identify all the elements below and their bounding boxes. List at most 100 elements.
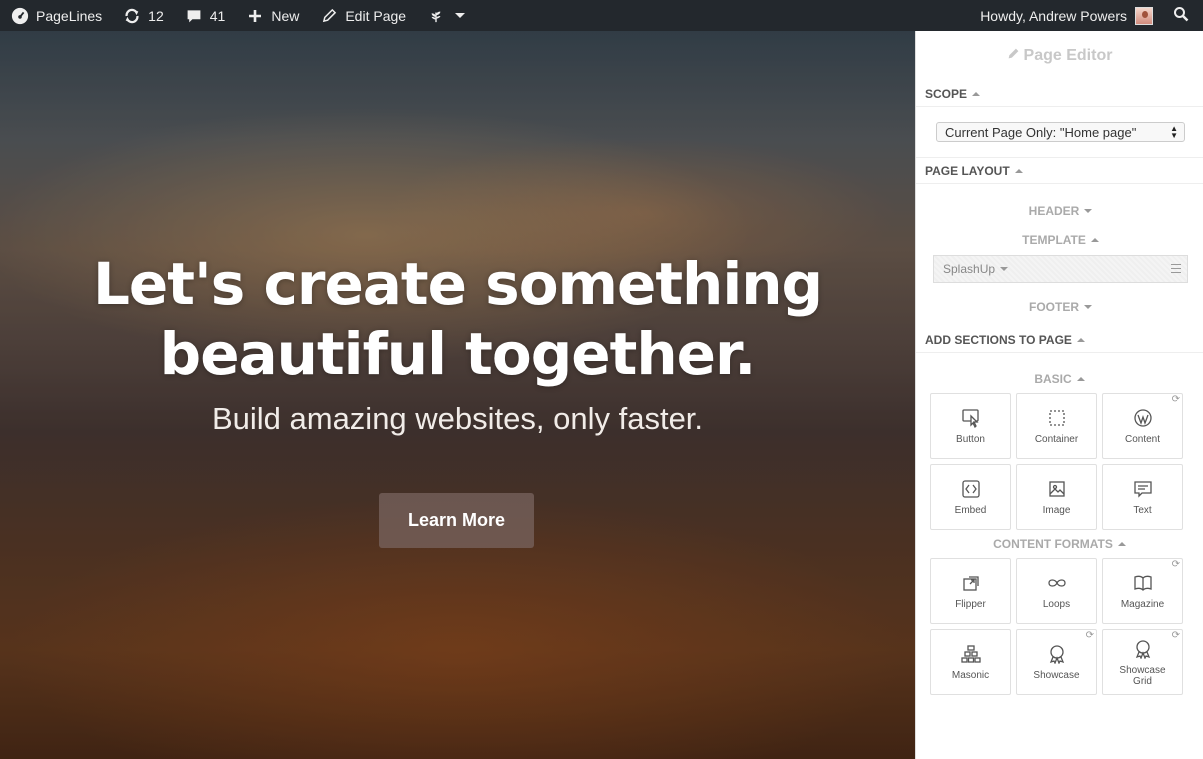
image-icon xyxy=(1046,478,1068,500)
refresh-icon[interactable]: ⟳ xyxy=(1172,631,1180,641)
hero-subtitle: Build amazing websites, only faster. xyxy=(211,401,704,436)
section-tile-label: Text xyxy=(1133,505,1152,516)
section-tile[interactable]: Magazine ⟳ xyxy=(1102,558,1183,624)
add-sections-heading[interactable]: ADD SECTIONS TO PAGE xyxy=(916,327,1203,353)
plus-icon xyxy=(245,6,265,26)
section-tile-label: Magazine xyxy=(1120,599,1165,610)
section-tile[interactable]: Loops xyxy=(1016,558,1097,624)
category-toggle[interactable]: BASIC xyxy=(930,367,1189,391)
template-selector[interactable]: SplashUp xyxy=(933,255,1188,283)
edit-page-link[interactable]: Edit Page xyxy=(309,0,416,31)
section-tile[interactable]: Showcase Grid ⟳ xyxy=(1102,629,1183,695)
section-tile[interactable]: Showcase ⟳ xyxy=(1016,629,1097,695)
greeting: Howdy, Andrew Powers xyxy=(980,7,1127,24)
section-tile[interactable]: Container xyxy=(1016,393,1097,459)
section-tile[interactable]: Content ⟳ xyxy=(1102,393,1183,459)
search-icon xyxy=(1173,6,1189,25)
chevron-up-icon xyxy=(972,91,981,96)
section-tile[interactable]: Masonic xyxy=(930,629,1011,695)
category-label: CONTENT FORMATS xyxy=(993,537,1113,551)
site-name: PageLines xyxy=(36,7,103,24)
pagelines-icon xyxy=(426,6,446,26)
infinity-icon xyxy=(1046,572,1068,594)
section-tile[interactable]: Embed xyxy=(930,464,1011,530)
avatar xyxy=(1135,6,1153,25)
award-icon xyxy=(1046,643,1068,665)
category-toggle[interactable]: CONTENT FORMATS xyxy=(930,532,1189,556)
section-grid: Button Container Content ⟳ Embed Image Text xyxy=(930,393,1189,530)
footer-region-label: FOOTER xyxy=(1029,299,1079,314)
header-region-label: HEADER xyxy=(1028,203,1080,218)
section-tile-label: Flipper xyxy=(955,599,986,610)
book-icon xyxy=(1132,572,1154,594)
panel-title: Page Editor xyxy=(916,31,1203,81)
chevron-up-icon xyxy=(1076,377,1085,381)
chevron-down-icon xyxy=(1000,267,1009,271)
comments-menu[interactable]: 41 xyxy=(174,0,236,31)
scope-select[interactable]: Current Page Only: "Home page" ▲ ▼ xyxy=(936,122,1185,142)
section-tile[interactable]: Image xyxy=(1016,464,1097,530)
section-tile-label: Container xyxy=(1034,434,1079,445)
template-value: SplashUp xyxy=(943,262,996,276)
comment-icon xyxy=(184,6,204,26)
wordpress-icon xyxy=(1132,407,1154,429)
template-region-toggle[interactable]: TEMPLATE xyxy=(933,225,1188,254)
refresh-icon xyxy=(122,6,142,26)
cursor-icon xyxy=(960,407,982,429)
section-tile[interactable]: Text xyxy=(1102,464,1183,530)
scope-heading-label: SCOPE xyxy=(925,86,968,101)
section-tile-label: Showcase xyxy=(1033,670,1080,681)
footer-region-toggle[interactable]: FOOTER xyxy=(933,292,1188,321)
award-icon xyxy=(1132,638,1154,660)
pagelines-menu[interactable] xyxy=(416,0,475,31)
section-tile-label: Content xyxy=(1124,434,1161,445)
chevron-down-icon xyxy=(1084,208,1093,213)
hero-title-line-1: Let's create something xyxy=(92,250,823,318)
comments-count: 41 xyxy=(209,7,226,24)
page-layout-heading[interactable]: PAGE LAYOUT xyxy=(916,158,1203,184)
hero-title-line-2: beautiful together. xyxy=(159,320,757,388)
section-tile-label: Button xyxy=(956,434,985,445)
scope-heading[interactable]: SCOPE xyxy=(916,81,1203,107)
refresh-icon[interactable]: ⟳ xyxy=(1172,560,1180,570)
pencil-icon xyxy=(319,6,339,26)
admin-search[interactable] xyxy=(1163,0,1203,31)
section-tile-label: Image xyxy=(1042,505,1071,516)
add-sections-heading-label: ADD SECTIONS TO PAGE xyxy=(925,332,1072,347)
code-icon xyxy=(960,478,982,500)
section-tile-label: Masonic xyxy=(951,670,990,681)
pencil-icon xyxy=(1007,47,1024,65)
chevron-up-icon xyxy=(1117,542,1126,546)
refresh-icon[interactable]: ⟳ xyxy=(1172,395,1180,405)
site-menu[interactable]: PageLines xyxy=(0,0,112,31)
dashboard-icon xyxy=(10,6,30,26)
learn-more-button[interactable]: Learn More xyxy=(379,493,534,548)
chevron-down-icon xyxy=(455,13,466,18)
masonry-icon xyxy=(960,643,982,665)
chevron-up-icon xyxy=(1014,168,1023,173)
hero-title: Let's create something beautiful togethe… xyxy=(0,249,915,389)
sections-library: BASIC Button Container Content ⟳ Embed Image Te… xyxy=(916,353,1203,695)
new-label: New xyxy=(271,7,300,24)
category-label: BASIC xyxy=(1034,372,1072,386)
hamburger-icon[interactable] xyxy=(1171,264,1181,276)
scope-wrap: Current Page Only: "Home page" ▲ ▼ xyxy=(916,107,1203,158)
chevron-up-icon xyxy=(1090,237,1099,242)
admin-bar: PageLines 12 41 New Edit Page Howdy, And… xyxy=(0,0,1203,31)
updates-menu[interactable]: 12 xyxy=(112,0,174,31)
header-region-toggle[interactable]: HEADER xyxy=(933,196,1188,225)
chevron-down-icon xyxy=(1084,304,1092,309)
template-region-label: TEMPLATE xyxy=(1022,232,1086,247)
section-tile[interactable]: Button xyxy=(930,393,1011,459)
text-bubble-icon xyxy=(1132,478,1154,500)
section-tile-label: Showcase Grid xyxy=(1119,664,1166,687)
chevron-up-icon xyxy=(1076,337,1085,342)
new-content-menu[interactable]: New xyxy=(235,0,309,31)
section-grid: Flipper Loops Magazine ⟳ Masonic Showcase ⟳ Sho… xyxy=(930,558,1189,695)
section-tile[interactable]: Flipper xyxy=(930,558,1011,624)
account-menu[interactable]: Howdy, Andrew Powers xyxy=(970,0,1163,31)
page-layout-heading-label: PAGE LAYOUT xyxy=(925,163,1010,178)
hero-section: Let's create something beautiful togethe… xyxy=(0,31,915,759)
dashed-box-icon xyxy=(1046,407,1068,429)
refresh-icon[interactable]: ⟳ xyxy=(1086,631,1094,641)
